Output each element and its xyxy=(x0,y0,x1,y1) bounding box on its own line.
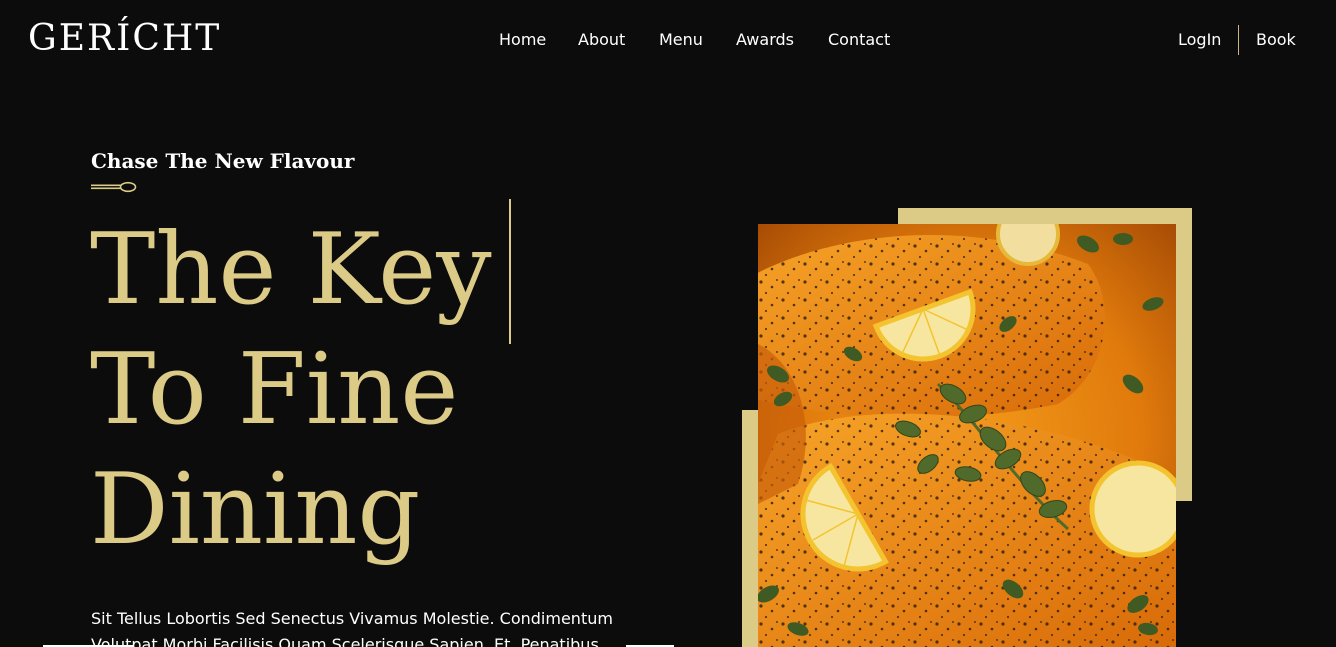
hero-food-image xyxy=(758,224,1176,647)
nav-divider xyxy=(1238,25,1239,55)
salmon-dish-illustration xyxy=(758,224,1176,647)
nav-link-awards[interactable]: Awards xyxy=(736,30,794,50)
spoon-icon xyxy=(91,181,137,193)
hero-description: Sit Tellus Lobortis Sed Senectus Vivamus… xyxy=(91,609,613,647)
nav-link-about[interactable]: About xyxy=(578,30,625,50)
login-link[interactable]: LogIn xyxy=(1178,30,1221,50)
headline-line-1: The Key xyxy=(90,213,492,327)
hero-headline: The Key To Fine Dining xyxy=(90,210,650,570)
headline-accent-bar xyxy=(509,199,511,344)
hero-subtitle: Chase The New Flavour xyxy=(91,149,355,173)
nav-link-menu[interactable]: Menu xyxy=(659,30,703,50)
headline-line-3: Dining xyxy=(90,453,421,567)
main-nav: Home About Menu Awards Contact LogIn Boo… xyxy=(0,30,1336,52)
nav-link-contact[interactable]: Contact xyxy=(828,30,890,50)
headline-line-2: To Fine xyxy=(90,333,459,447)
nav-link-home[interactable]: Home xyxy=(499,30,546,50)
book-link[interactable]: Book xyxy=(1256,30,1296,50)
